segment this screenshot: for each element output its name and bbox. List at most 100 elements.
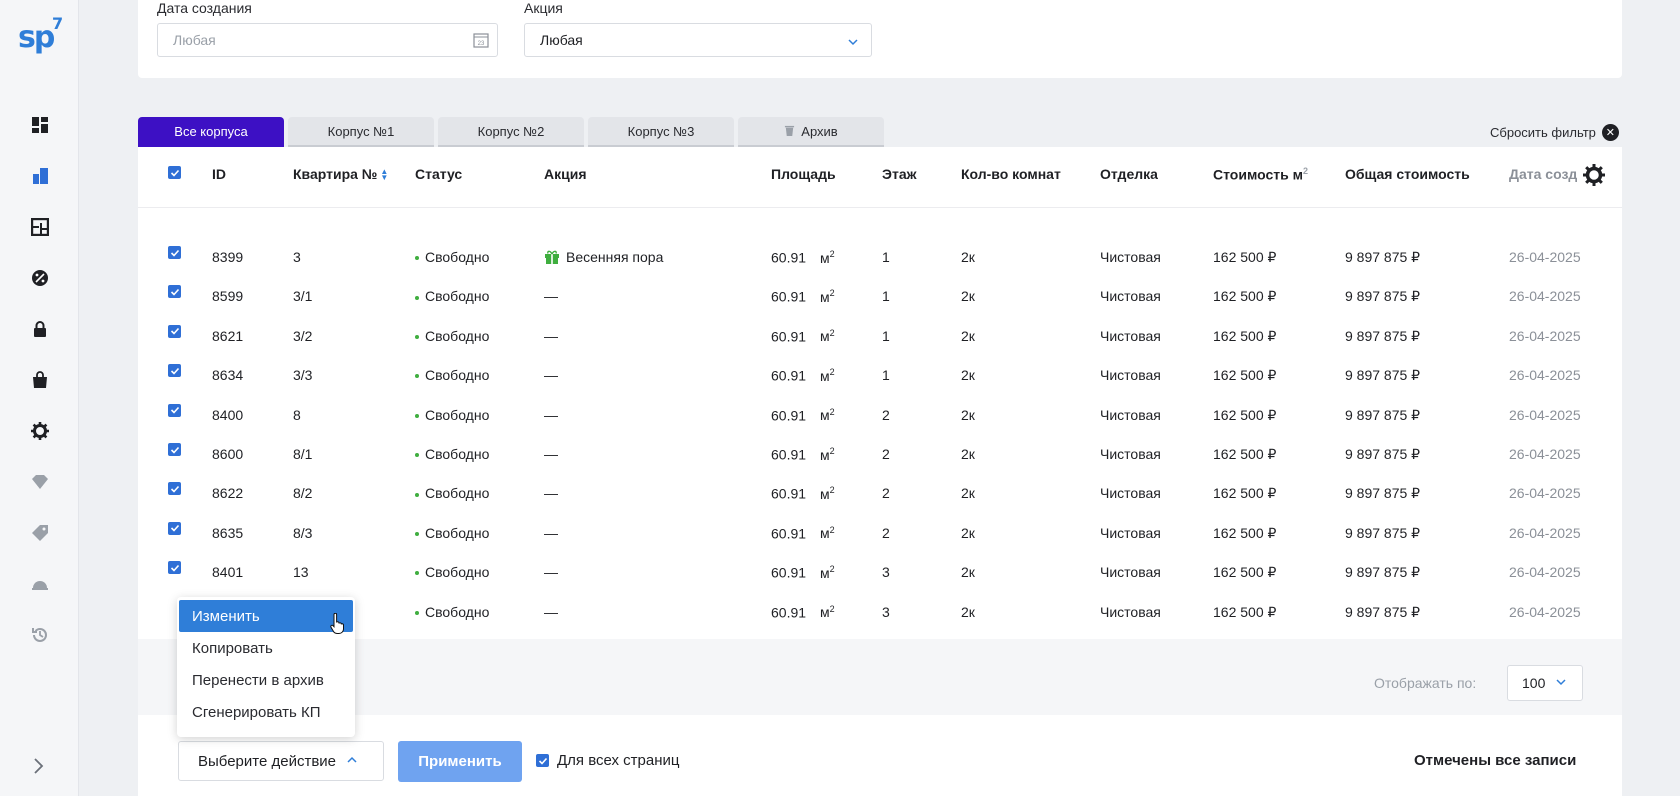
tab-archive[interactable]: Архив: [738, 117, 884, 147]
header-date[interactable]: Дата созд: [1509, 166, 1577, 182]
tab-building-1[interactable]: Корпус №1: [288, 117, 434, 147]
table-row[interactable]: 8401 13 Свободно — 60.91 м2 3 2к Чистовая 162 500…: [138, 554, 1622, 593]
table-row[interactable]: 8599 3/1 Свободно — 60.91 м2 1 2к Чистовая 162 50…: [138, 278, 1622, 317]
cell-apt: 3: [293, 249, 301, 265]
apply-button[interactable]: Применить: [398, 741, 522, 782]
row-checkbox[interactable]: [168, 521, 181, 535]
row-checkbox[interactable]: [168, 561, 181, 575]
bag-icon[interactable]: [28, 368, 52, 392]
cell-price: 162 500 ₽: [1213, 485, 1277, 502]
gear-icon[interactable]: [1582, 163, 1606, 187]
status-badge: Свободно: [415, 249, 489, 265]
cell-promo: —: [544, 367, 558, 384]
header-promo[interactable]: Акция: [544, 166, 587, 182]
cell-promo: —: [544, 406, 558, 423]
row-checkbox[interactable]: [168, 285, 181, 299]
cell-area: 60.91 м2: [771, 446, 835, 463]
cell-rooms: 2к: [961, 327, 975, 344]
all-pages-checkbox[interactable]: [536, 754, 549, 767]
chevron-down-icon: [1555, 675, 1567, 691]
table-row[interactable]: Свободно — 60.91 м2 3 2к Чистовая 162 500 ₽ 9 89…: [138, 594, 1622, 633]
diamond-icon[interactable]: [28, 470, 52, 494]
menu-item-generate-offer[interactable]: Сгенерировать КП: [179, 696, 353, 728]
cell-date: 26-04-2025: [1509, 524, 1581, 541]
tag-icon[interactable]: [28, 521, 52, 545]
reset-filter-button[interactable]: Сбросить фильтр ✕: [1490, 124, 1619, 141]
table-row[interactable]: 8634 3/3 Свободно — 60.91 м2 1 2к Чистовая 162 50…: [138, 357, 1622, 396]
row-checkbox[interactable]: [168, 482, 181, 496]
discount-icon[interactable]: [28, 266, 52, 290]
cell-total: 9 897 875 ₽: [1345, 406, 1421, 423]
table-row[interactable]: 8600 8/1 Свободно — 60.91 м2 2 2к Чистовая 162 50…: [138, 436, 1622, 475]
cell-rooms: 2к: [961, 288, 975, 305]
settings-gear-icon[interactable]: [28, 419, 52, 443]
date-filter-label: Дата создания: [157, 0, 252, 16]
cell-apt: 3/3: [293, 367, 313, 384]
header-floor[interactable]: Этаж: [882, 166, 917, 182]
cell-rooms: 2к: [961, 485, 975, 502]
table-row[interactable]: 8400 8 Свободно — 60.91 м2 2 2к Чистовая 162 500 …: [138, 397, 1622, 436]
cell-area: 60.91 м2: [771, 249, 835, 266]
cell-price: 162 500 ₽: [1213, 564, 1277, 581]
header-rooms[interactable]: Кол-во комнат: [961, 166, 1071, 182]
history-icon[interactable]: [28, 623, 52, 647]
tab-building-2[interactable]: Корпус №2: [438, 117, 584, 147]
tab-building-3[interactable]: Корпус №3: [588, 117, 734, 147]
chevron-right-icon[interactable]: [28, 756, 48, 776]
calendar-icon[interactable]: 23: [473, 32, 489, 48]
all-pages-toggle[interactable]: Для всех страниц: [536, 752, 680, 769]
svg-text:23: 23: [478, 41, 485, 47]
floorplan-icon[interactable]: [28, 215, 52, 239]
apartments-table: ID Квартира № ▲ ▼ Статус Акция Площадь Эта…: [138, 147, 1622, 639]
header-finish[interactable]: Отделка: [1100, 166, 1158, 182]
cell-rooms: 2к: [961, 406, 975, 423]
app-logo[interactable]: sp 7: [18, 14, 63, 55]
tab-all-buildings[interactable]: Все корпуса: [138, 117, 284, 147]
date-filter-input[interactable]: Любая 23: [157, 23, 498, 57]
table-row[interactable]: 8635 8/3 Свободно — 60.91 м2 2 2к Чистовая 162 50…: [138, 515, 1622, 554]
cell-area: 60.91 м2: [771, 524, 835, 542]
cell-promo: —: [544, 603, 558, 620]
per-page-select[interactable]: 100: [1507, 665, 1583, 701]
cell-promo: Весенняя пора: [544, 249, 663, 265]
cell-total: 9 897 875 ₽: [1345, 367, 1421, 384]
header-id[interactable]: ID: [212, 166, 226, 182]
cell-total: 9 897 875 ₽: [1345, 603, 1421, 620]
header-total-price[interactable]: Общая стоимость: [1345, 166, 1479, 182]
table-row[interactable]: 8399 3 Свободно Весенняя пора 60.91 м2 1 2к Чист…: [138, 239, 1622, 278]
action-select[interactable]: Выберите действие: [178, 741, 384, 781]
cell-date: 26-04-2025: [1509, 485, 1581, 502]
row-checkbox[interactable]: [168, 403, 181, 417]
cell-price: 162 500 ₽: [1213, 406, 1277, 423]
header-apartment[interactable]: Квартира № ▲ ▼: [293, 166, 388, 182]
cell-apt: 8: [293, 406, 301, 423]
menu-item-archive[interactable]: Перенести в архив: [179, 664, 353, 696]
lock-icon[interactable]: [28, 317, 52, 341]
row-checkbox[interactable]: [168, 246, 181, 259]
cell-date: 26-04-2025: [1509, 406, 1581, 423]
header-price-m2[interactable]: Стоимость м2: [1213, 166, 1308, 183]
status-badge: Свободно: [415, 407, 489, 423]
menu-item-edit[interactable]: Изменить: [179, 600, 353, 632]
cell-total: 9 897 875 ₽: [1345, 524, 1421, 541]
status-badge: Свободно: [415, 485, 489, 501]
status-dot-icon: [415, 413, 419, 418]
cell-promo: —: [544, 327, 558, 344]
status-dot-icon: [415, 335, 419, 340]
select-all-checkbox[interactable]: [168, 166, 181, 179]
promo-filter-select[interactable]: Любая: [524, 23, 872, 57]
row-checkbox[interactable]: [168, 364, 181, 378]
helmet-icon[interactable]: [28, 572, 52, 596]
row-checkbox[interactable]: [168, 324, 181, 338]
row-checkbox[interactable]: [168, 443, 181, 456]
buildings-icon[interactable]: [28, 164, 52, 188]
menu-item-copy[interactable]: Копировать: [179, 632, 353, 664]
header-area[interactable]: Площадь: [771, 166, 836, 182]
cell-floor: 3: [882, 603, 890, 620]
cell-area: 60.91 м2: [771, 603, 835, 621]
cell-id: 8600: [212, 446, 244, 462]
header-status[interactable]: Статус: [415, 166, 462, 182]
dashboard-icon[interactable]: [28, 113, 52, 137]
table-row[interactable]: 8621 3/2 Свободно — 60.91 м2 1 2к Чистовая 162 50…: [138, 318, 1622, 357]
table-row[interactable]: 8622 8/2 Свободно — 60.91 м2 2 2к Чистовая 162 50…: [138, 475, 1622, 514]
